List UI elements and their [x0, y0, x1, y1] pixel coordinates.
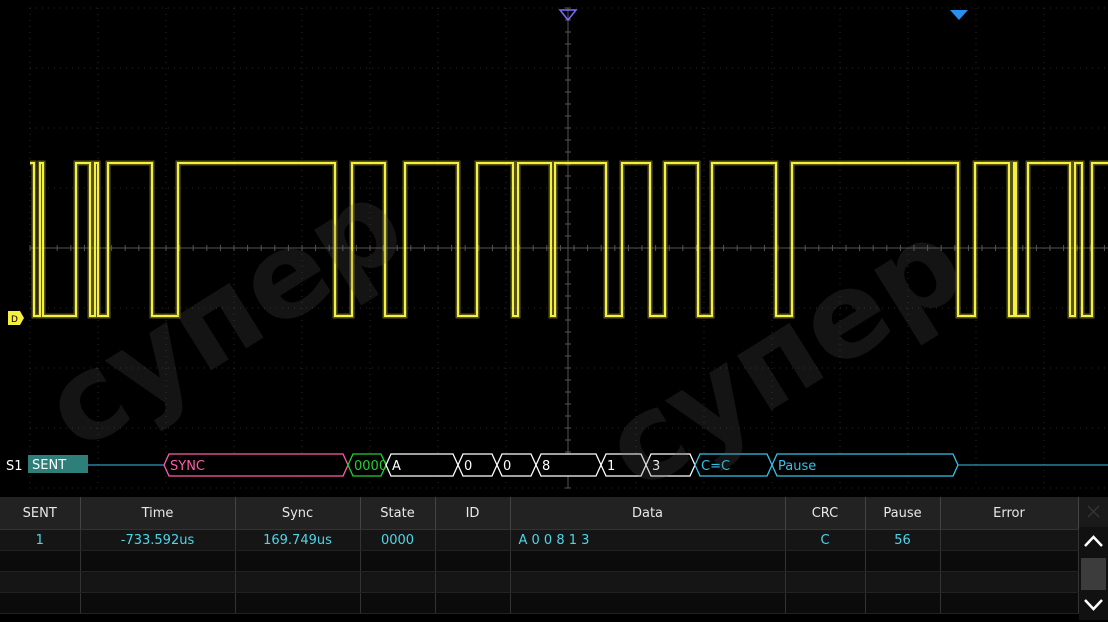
- cell: [0, 550, 81, 572]
- cell-error: [940, 529, 1079, 551]
- decode-field-label: SYNC: [170, 459, 205, 474]
- cell: [80, 571, 236, 593]
- decode-field-label: 3: [652, 459, 660, 474]
- decode-field-label: A: [392, 459, 401, 474]
- protocol-label: SENT: [32, 458, 66, 473]
- cell-sent: 1: [0, 529, 81, 551]
- cell-sync: 169.749us: [235, 529, 361, 551]
- cell: [0, 592, 81, 614]
- waveform-display[interactable]: D S1 SENT SYNC 0000 A 0 0 8 1 3 C=C Pause: [0, 0, 1108, 497]
- cell: [865, 571, 941, 593]
- col-header-id[interactable]: ID: [435, 497, 511, 530]
- trigger-marker[interactable]: [950, 10, 968, 20]
- decode-field-label: C=C: [701, 459, 730, 474]
- col-header-sync[interactable]: Sync: [235, 497, 361, 530]
- decode-field-label: 0000: [354, 459, 387, 474]
- cell: [360, 550, 436, 572]
- cell: [940, 550, 1079, 572]
- cell: [510, 550, 786, 572]
- decode-field-label: Pause: [778, 459, 816, 474]
- cell: [235, 571, 361, 593]
- table-close-area[interactable]: [1079, 497, 1108, 527]
- decode-table[interactable]: SENT Time Sync State ID Data CRC Pause E…: [0, 497, 1108, 620]
- chevron-down-icon[interactable]: [1080, 593, 1107, 617]
- cell-data: A 0 0 8 1 3: [510, 529, 786, 551]
- cell-state: 0000: [360, 529, 436, 551]
- chevron-up-icon[interactable]: [1080, 529, 1107, 553]
- decode-field-label: 1: [607, 459, 615, 474]
- decode-field-label: 0: [464, 459, 472, 474]
- col-header-pause[interactable]: Pause: [865, 497, 941, 530]
- cell: [435, 550, 511, 572]
- col-header-state[interactable]: State: [360, 497, 436, 530]
- table-row[interactable]: [0, 571, 1079, 593]
- table-row[interactable]: [0, 592, 1079, 614]
- cell: [510, 571, 786, 593]
- decode-bus: S1 SENT SYNC 0000 A 0 0 8 1 3 C=C Pause: [6, 453, 1108, 477]
- table-row[interactable]: [0, 550, 1079, 572]
- trace-glow: [30, 160, 1108, 319]
- close-icon[interactable]: [1079, 497, 1108, 527]
- cell-crc: C: [785, 529, 866, 551]
- cell: [785, 550, 866, 572]
- cell: [435, 571, 511, 593]
- col-header-crc[interactable]: CRC: [785, 497, 866, 530]
- decode-field-label: 0: [503, 459, 511, 474]
- cell: [940, 571, 1079, 593]
- col-header-sent[interactable]: SENT: [0, 497, 81, 530]
- graticule: [29, 7, 1108, 489]
- decode-field-label: 8: [542, 459, 550, 474]
- cell: [360, 571, 436, 593]
- col-header-time[interactable]: Time: [80, 497, 236, 530]
- decode-table-grid: SENT Time Sync State ID Data CRC Pause E…: [0, 497, 1079, 614]
- cell: [510, 592, 786, 614]
- cell: [785, 592, 866, 614]
- cell: [80, 550, 236, 572]
- trace-line: [30, 162, 1108, 317]
- cell: [865, 592, 941, 614]
- cell-id: [435, 529, 511, 551]
- cell-time: -733.592us: [80, 529, 236, 551]
- table-row[interactable]: 1 -733.592us 169.749us 0000 A 0 0 8 1 3 …: [0, 529, 1079, 551]
- cell: [940, 592, 1079, 614]
- channel-trace: [30, 160, 1108, 319]
- scroll-thumb[interactable]: [1081, 558, 1106, 590]
- cell: [235, 592, 361, 614]
- cell-pause: 56: [865, 529, 941, 551]
- cell: [360, 592, 436, 614]
- cell: [80, 592, 236, 614]
- cell: [865, 550, 941, 572]
- cell: [235, 550, 361, 572]
- cell: [435, 592, 511, 614]
- col-header-error[interactable]: Error: [940, 497, 1079, 530]
- cell: [785, 571, 866, 593]
- cell: [0, 571, 81, 593]
- bus-label: S1: [6, 459, 23, 474]
- col-header-data[interactable]: Data: [510, 497, 786, 530]
- channel-marker-label: D: [11, 315, 18, 325]
- waveform-canvas: D S1 SENT SYNC 0000 A 0 0 8 1 3 C=C Pause: [6, 7, 1108, 489]
